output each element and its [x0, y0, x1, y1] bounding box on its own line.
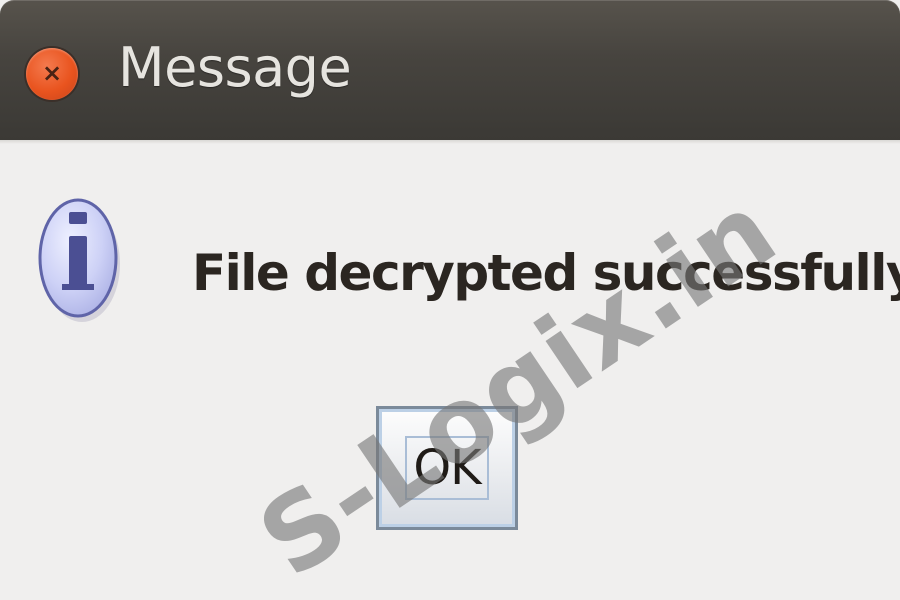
ok-button[interactable]: OK	[376, 406, 518, 530]
information-icon	[36, 194, 124, 324]
close-button[interactable]: ×	[26, 48, 78, 100]
window-title: Message	[118, 36, 352, 99]
close-icon: ×	[41, 59, 63, 87]
watermark-text: S-Logix.in	[238, 168, 798, 600]
title-bar[interactable]: × Message	[0, 0, 900, 140]
message-text: File decrypted successfully.	[192, 244, 900, 302]
ok-button-label: OK	[413, 439, 481, 496]
ok-focus-ring: OK	[405, 435, 489, 501]
message-dialog-window: × Message File decrypted successfully. O…	[0, 0, 900, 600]
titlebar-divider	[0, 140, 900, 144]
